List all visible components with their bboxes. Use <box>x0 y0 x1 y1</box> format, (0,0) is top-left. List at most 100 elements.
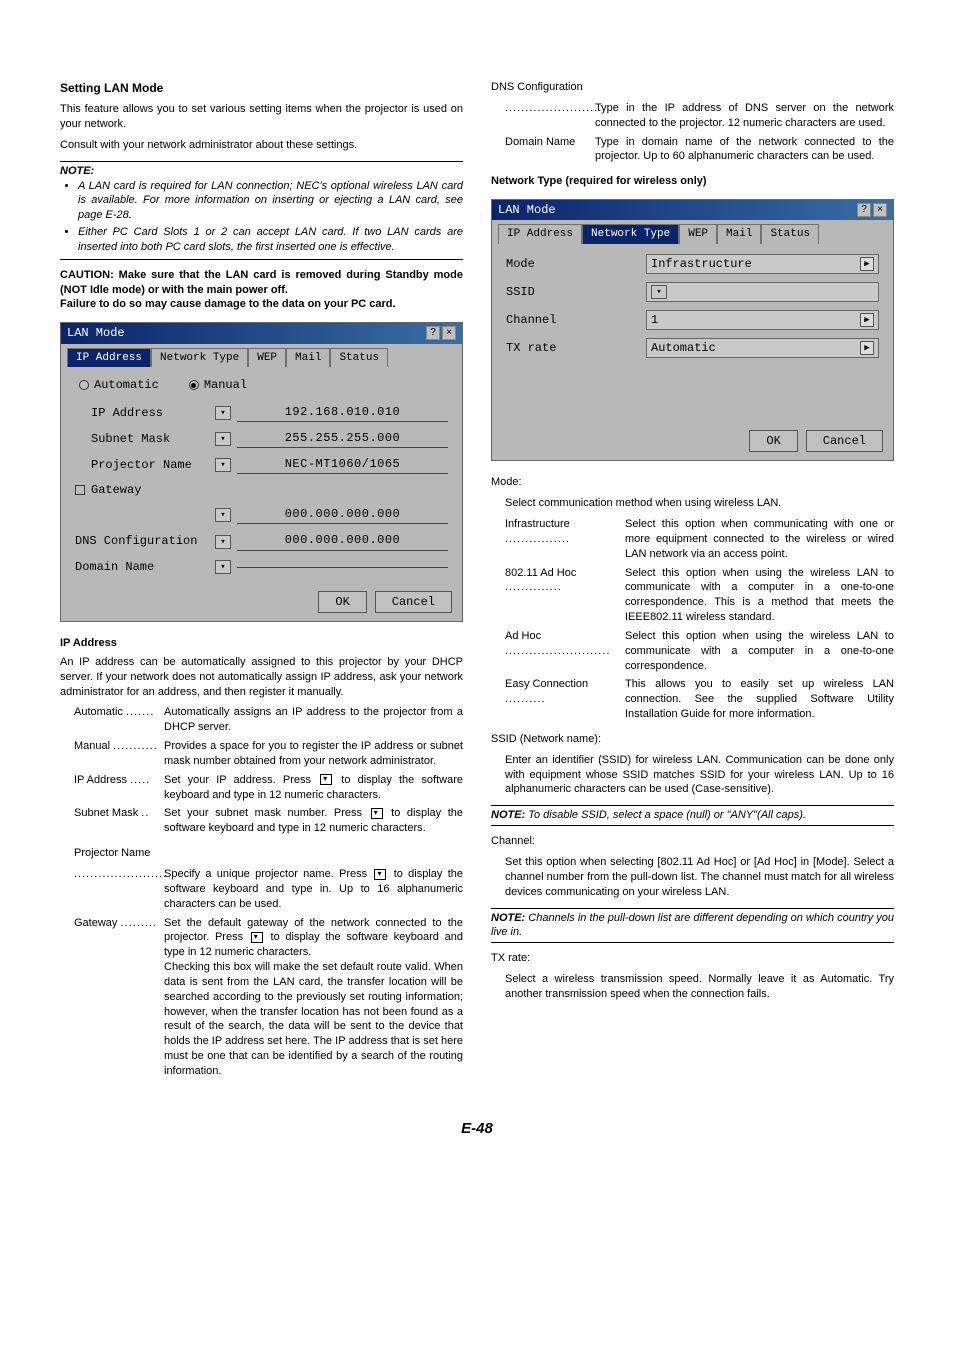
dialog-title-bar: LAN Mode ? × <box>61 323 462 343</box>
intro-2: Consult with your network administrator … <box>60 138 463 153</box>
keyboard-icon[interactable]: ▾ <box>215 458 231 472</box>
term-automatic: Automatic ....... <box>74 705 164 735</box>
desc-infrastructure: Select this option when communicating wi… <box>625 517 894 562</box>
tab-wep[interactable]: WEP <box>679 224 717 244</box>
tab-status[interactable]: Status <box>330 348 388 368</box>
close-icon[interactable]: × <box>873 203 887 217</box>
radio-manual[interactable]: Manual <box>189 377 247 393</box>
value-gateway[interactable]: 000.000.000.000 <box>237 506 448 524</box>
dialog-title: LAN Mode <box>498 202 556 218</box>
term-easy-connection: Easy Connection .......... <box>505 677 625 722</box>
desc-manual: Provides a space for you to register the… <box>164 739 463 769</box>
label-projector-name-section: Projector Name <box>60 846 463 861</box>
dropdown-tx-rate[interactable]: Automatic▶ <box>646 338 879 358</box>
heading-channel: Channel: <box>491 834 894 849</box>
dialog-title: LAN Mode <box>67 325 125 341</box>
keyboard-icon[interactable]: ▾ <box>215 406 231 420</box>
dialog-lan-mode-ip: LAN Mode ? × IP Address Network Type WEP… <box>60 322 463 622</box>
heading-ip-address: IP Address <box>60 636 463 651</box>
value-dns-config[interactable]: 000.000.000.000 <box>237 532 448 550</box>
intro-1: This feature allows you to set various s… <box>60 102 463 132</box>
label-dns-config-section: DNS Configuration <box>491 80 894 95</box>
label-tx-rate: TX rate <box>506 340 646 356</box>
keyboard-icon[interactable]: ▾ <box>215 535 231 549</box>
ok-button[interactable]: OK <box>318 591 366 613</box>
ssid-desc: Enter an identifier (SSID) for wireless … <box>491 753 894 798</box>
heading-mode: Mode: <box>491 475 894 490</box>
keyboard-icon[interactable]: ▾ <box>215 560 231 574</box>
help-icon[interactable]: ? <box>857 203 871 217</box>
mode-intro: Select communication method when using w… <box>491 496 894 511</box>
tab-wep[interactable]: WEP <box>248 348 286 368</box>
chevron-right-icon: ▶ <box>860 341 874 355</box>
tab-network-type[interactable]: Network Type <box>151 348 248 368</box>
desc-subnet-mask: Set your subnet mask number. Press to di… <box>164 806 463 836</box>
value-subnet-mask[interactable]: 255.255.255.000 <box>237 430 448 448</box>
chevron-right-icon: ▶ <box>860 313 874 327</box>
heading-setting-lan-mode: Setting LAN Mode <box>60 80 463 96</box>
channel-desc: Set this option when selecting [802.11 A… <box>491 855 894 900</box>
right-column: DNS Configuration ......................… <box>491 80 894 1089</box>
keyboard-icon[interactable]: ▾ <box>215 432 231 446</box>
close-icon[interactable]: × <box>442 326 456 340</box>
tab-network-type[interactable]: Network Type <box>582 224 679 244</box>
desc-80211-adhoc: Select this option when using the wirele… <box>625 566 894 625</box>
label-domain-name: Domain Name <box>75 559 215 575</box>
value-projector-name[interactable]: NEC-MT1060/1065 <box>237 456 448 474</box>
term-dns-dots: ........................ <box>505 101 595 131</box>
tab-status[interactable]: Status <box>761 224 819 244</box>
desc-dns: Type in the IP address of DNS server on … <box>595 101 894 131</box>
dropdown-mode[interactable]: Infrastructure▶ <box>646 254 879 274</box>
dialog-tabs: IP Address Network Type WEP Mail Status <box>61 344 462 368</box>
label-channel: Channel <box>506 312 646 328</box>
note-channel-text: Channels in the pull-down list are diffe… <box>491 912 894 939</box>
tab-ip-address[interactable]: IP Address <box>67 348 151 368</box>
keyboard-icon <box>371 808 383 819</box>
keyboard-icon: ▾ <box>651 285 667 299</box>
note-bullet-2: Either PC Card Slots 1 or 2 can accept L… <box>78 225 463 255</box>
dropdown-channel[interactable]: 1▶ <box>646 310 879 330</box>
label-mode: Mode <box>506 256 646 272</box>
keyboard-icon <box>320 774 332 785</box>
note-block-1: NOTE: A LAN card is required for LAN con… <box>60 161 463 260</box>
tx-desc: Select a wireless transmission speed. No… <box>491 972 894 1002</box>
caution-text: CAUTION: Make sure that the LAN card is … <box>60 268 463 313</box>
label-subnet-mask: Subnet Mask <box>75 431 215 447</box>
ok-button[interactable]: OK <box>749 430 797 452</box>
keyboard-icon <box>251 932 263 943</box>
note-ssid: NOTE: To disable SSID, select a space (n… <box>491 805 894 826</box>
tab-mail[interactable]: Mail <box>717 224 761 244</box>
label-ssid: SSID <box>506 284 646 300</box>
note-bullet-1: A LAN card is required for LAN connectio… <box>78 179 463 224</box>
value-domain-name[interactable] <box>237 566 448 568</box>
value-ip-address[interactable]: 192.168.010.010 <box>237 404 448 422</box>
term-ip-address: IP Address ..... <box>74 773 164 803</box>
cancel-button[interactable]: Cancel <box>806 430 883 452</box>
note-label: NOTE: <box>60 165 94 177</box>
tab-mail[interactable]: Mail <box>286 348 330 368</box>
desc-domain-name: Type in domain name of the network conne… <box>595 135 894 165</box>
dialog-lan-mode-network-type: LAN Mode ? × IP Address Network Type WEP… <box>491 199 894 461</box>
checkbox-gateway[interactable]: Gateway <box>75 482 215 498</box>
term-gateway: Gateway ......... <box>74 916 164 1079</box>
note-label: NOTE: <box>491 912 525 924</box>
left-column: Setting LAN Mode This feature allows you… <box>60 80 463 1089</box>
note-label: NOTE: <box>491 809 525 821</box>
desc-ip-address: Set your IP address. Press to display th… <box>164 773 463 803</box>
label-ip-address: IP Address <box>75 405 215 421</box>
desc-gateway: Set the default gateway of the network c… <box>164 916 463 1079</box>
keyboard-icon <box>374 869 386 880</box>
keyboard-icon[interactable]: ▾ <box>215 508 231 522</box>
cancel-button[interactable]: Cancel <box>375 591 452 613</box>
term-projector-name-dots: ....................... <box>74 867 164 912</box>
heading-tx-rate: TX rate: <box>491 951 894 966</box>
tab-ip-address[interactable]: IP Address <box>498 224 582 244</box>
desc-automatic: Automatically assigns an IP address to t… <box>164 705 463 735</box>
dialog-title-bar: LAN Mode ? × <box>492 200 893 220</box>
desc-easy-connection: This allows you to easily set up wireles… <box>625 677 894 722</box>
label-projector-name: Projector Name <box>75 457 215 473</box>
dropdown-ssid[interactable]: ▾ <box>646 282 879 302</box>
help-icon[interactable]: ? <box>426 326 440 340</box>
term-manual: Manual ........... <box>74 739 164 769</box>
radio-automatic[interactable]: Automatic <box>79 377 159 393</box>
